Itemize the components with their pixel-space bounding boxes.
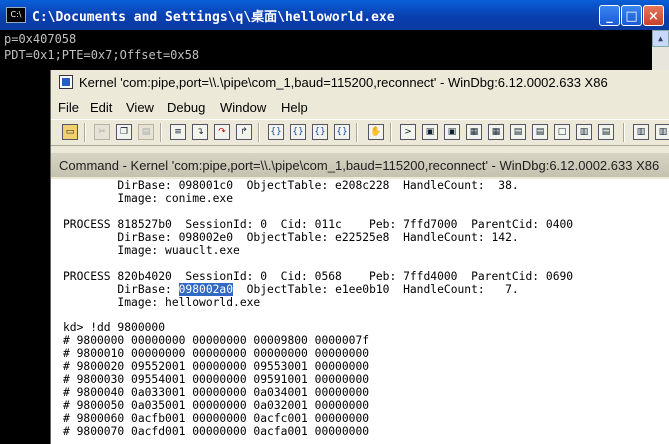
step-into-icon[interactable]: ↴ xyxy=(192,124,208,140)
toolbar-separator xyxy=(160,123,162,142)
call-stack-icon[interactable]: ▤ xyxy=(510,124,526,140)
source-mode-toggle-icon[interactable]: ▥ xyxy=(633,124,649,140)
toolbar-separator xyxy=(623,123,625,142)
close-button[interactable]: × xyxy=(643,5,664,26)
windbg-title: Kernel 'com:pipe,port=\\.\pipe\com_1,bau… xyxy=(79,75,608,90)
cut-icon[interactable]: ✂ xyxy=(94,124,110,140)
command-window-title-bar[interactable]: Command - Kernel 'com:pipe,port=\\.\pipe… xyxy=(51,153,669,177)
maximize-button[interactable]: □ xyxy=(621,5,642,26)
registers-window-icon[interactable]: ▦ xyxy=(466,124,482,140)
windbg-title-bar[interactable]: Kernel 'com:pipe,port=\\.\pipe\com_1,bau… xyxy=(51,70,669,95)
go-icon[interactable]: {} xyxy=(312,124,328,140)
console-title: C:\Documents and Settings\q\桌面\helloworl… xyxy=(32,10,395,25)
minimize-button[interactable]: _ xyxy=(599,5,620,26)
command-window-title: Command - Kernel 'com:pipe,port=\\.\pipe… xyxy=(59,158,660,173)
disassembly-icon[interactable]: ▤ xyxy=(532,124,548,140)
menu-help[interactable]: Help xyxy=(281,100,308,115)
toolbar-separator xyxy=(390,123,392,142)
open-icon[interactable]: ▭ xyxy=(62,124,78,140)
command-output: DirBase: 098001c0 ObjectTable: e208c228 … xyxy=(63,179,574,439)
memory-window-icon[interactable]: ▦ xyxy=(488,124,504,140)
windbg-app-icon xyxy=(59,75,73,89)
output-text: DirBase: 098001c0 ObjectTable: e208c228 … xyxy=(63,179,574,296)
command-window: Command - Kernel 'com:pipe,port=\\.\pipe… xyxy=(51,150,669,444)
windbg-window: Kernel 'com:pipe,port=\\.\pipe\com_1,bau… xyxy=(50,70,669,444)
hand-icon[interactable]: ✋ xyxy=(368,124,384,140)
console-title-bar[interactable]: C:\ C:\Documents and Settings\q\桌面\hello… xyxy=(0,0,669,30)
toolbar: ▭ ✂ ❐ ▤ ≡ ↴ ↷ ↱ {} {} {} {} ✋ > ▣ ▣ ▦ ▦ … xyxy=(51,119,669,146)
menu-file[interactable]: File xyxy=(58,100,79,115)
window-list-icon[interactable]: ▥ xyxy=(655,124,669,140)
menu-edit[interactable]: Edit xyxy=(90,100,112,115)
console-line: p=0x407058 xyxy=(4,32,77,46)
step-over-icon[interactable]: ↷ xyxy=(214,124,230,140)
command-window-icon[interactable]: > xyxy=(400,124,416,140)
break-icon[interactable]: {} xyxy=(290,124,306,140)
step-out-icon[interactable]: ↱ xyxy=(236,124,252,140)
watch-window-icon[interactable]: ▣ xyxy=(422,124,438,140)
scratch-pad-icon[interactable]: □ xyxy=(554,124,570,140)
source-mode-icon[interactable]: ≡ xyxy=(170,124,186,140)
console-line: PDT=0x1;PTE=0x7;Offset=0x58 xyxy=(4,48,200,62)
command-output-pane[interactable]: DirBase: 098001c0 ObjectTable: e208c228 … xyxy=(51,179,669,444)
run-to-cursor-icon[interactable]: {} xyxy=(268,124,284,140)
menu-bar: File Edit View Debug Window Help xyxy=(51,97,669,117)
console-app-icon: C:\ xyxy=(6,7,26,23)
menu-debug[interactable]: Debug xyxy=(167,100,205,115)
font-icon[interactable]: ▤ xyxy=(598,124,614,140)
toolbar-separator xyxy=(356,123,358,142)
menu-window[interactable]: Window xyxy=(220,100,266,115)
toolbar-separator xyxy=(258,123,260,142)
toolbar-separator xyxy=(84,123,86,142)
paste-icon[interactable]: ▤ xyxy=(138,124,154,140)
restart-icon[interactable]: {} xyxy=(334,124,350,140)
selected-text[interactable]: 098002a0 xyxy=(178,282,234,296)
locals-window-icon[interactable]: ▣ xyxy=(444,124,460,140)
output-text: ObjectTable: e1ee0b10 HandleCount: 7. Im… xyxy=(63,282,519,439)
scroll-up-icon[interactable]: ▲ xyxy=(652,30,669,47)
console-output: p=0x407058 PDT=0x1;PTE=0x7;Offset=0x58 xyxy=(4,31,199,63)
copy-icon[interactable]: ❐ xyxy=(116,124,132,140)
options-icon[interactable]: ▥ xyxy=(576,124,592,140)
menu-view[interactable]: View xyxy=(126,100,154,115)
